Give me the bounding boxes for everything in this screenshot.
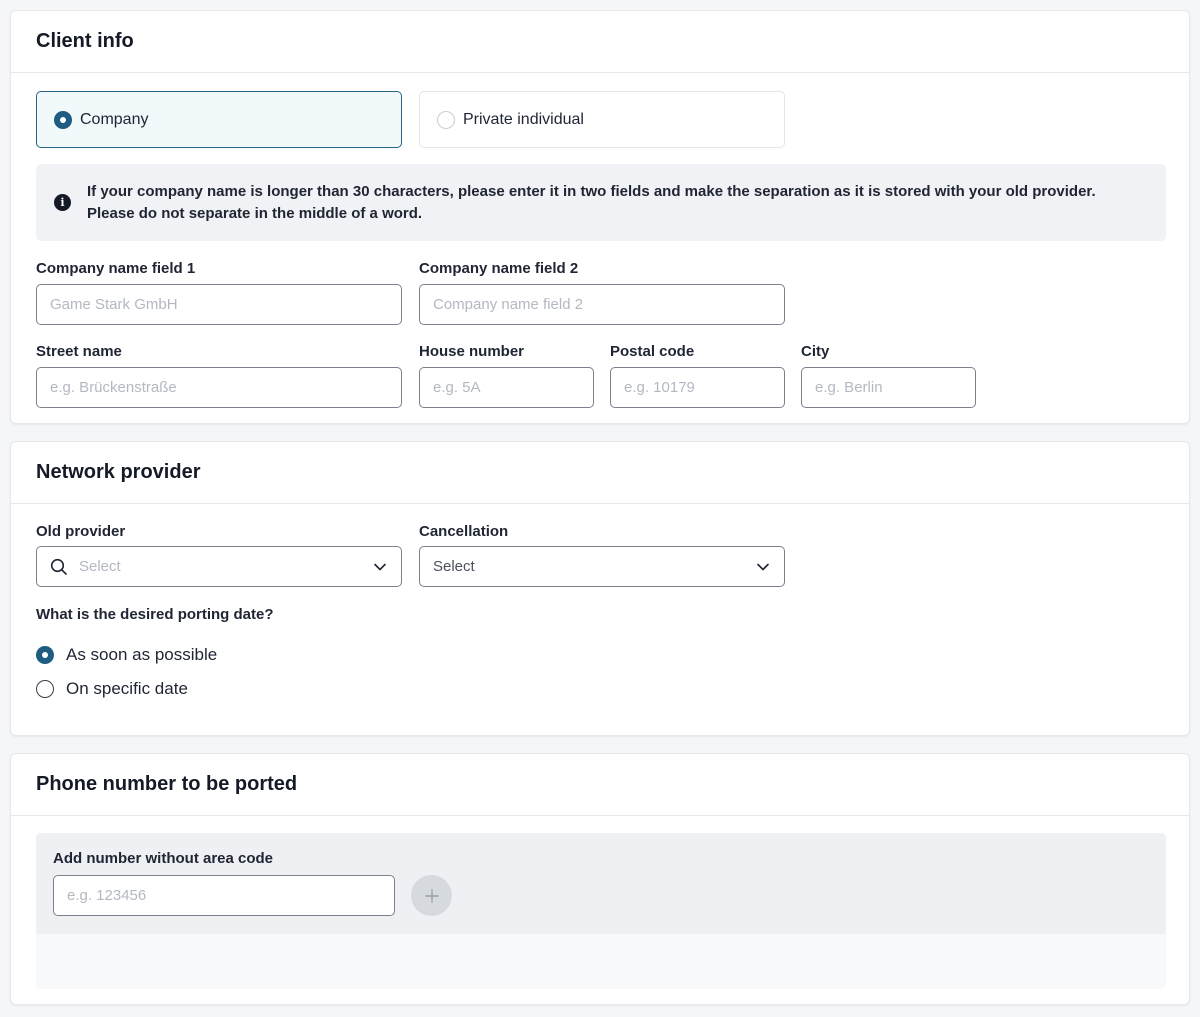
radio-unselected-icon xyxy=(36,680,54,698)
info-icon: i xyxy=(54,194,71,211)
client-info-title: Client info xyxy=(36,30,134,52)
house-number-placeholder: e.g. 5A xyxy=(433,379,481,396)
client-info-card: Client info Company Private individual i… xyxy=(10,10,1190,424)
old-provider-placeholder: Select xyxy=(79,558,121,575)
company-name-1-input[interactable]: Game Stark GmbH xyxy=(36,284,402,325)
old-provider-label: Old provider xyxy=(36,523,126,540)
radio-selected-icon xyxy=(36,646,54,664)
client-type-company-label: Company xyxy=(80,110,149,128)
radio-selected-icon xyxy=(54,110,72,129)
phone-number-panel: Add number without area code e.g. 123456 xyxy=(36,833,1166,989)
old-provider-select[interactable]: Select xyxy=(36,546,402,587)
phone-number-placeholder: e.g. 123456 xyxy=(67,887,147,904)
phone-number-title: Phone number to be ported xyxy=(36,773,298,795)
street-placeholder: e.g. Brückenstraße xyxy=(50,379,177,396)
phone-number-header: Phone number to be ported xyxy=(11,754,1189,816)
client-type-private-option[interactable]: Private individual xyxy=(419,91,785,148)
chevron-down-icon xyxy=(757,563,769,571)
client-info-header: Client info xyxy=(11,11,1189,73)
phone-number-field-label: Add number without area code xyxy=(53,850,274,867)
porting-specific-date-option[interactable]: On specific date xyxy=(36,679,188,699)
city-input[interactable]: e.g. Berlin xyxy=(801,367,976,408)
postal-code-input[interactable]: e.g. 10179 xyxy=(610,367,785,408)
network-provider-title: Network provider xyxy=(36,461,201,483)
plus-icon xyxy=(424,888,439,903)
network-provider-header: Network provider xyxy=(11,442,1189,504)
client-type-private-label: Private individual xyxy=(463,110,584,128)
street-input[interactable]: e.g. Brückenstraße xyxy=(36,367,402,408)
info-text-line-1: If your company name is longer than 30 c… xyxy=(87,182,1096,200)
radio-unselected-icon xyxy=(437,110,455,129)
company-name-1-placeholder: Game Stark GmbH xyxy=(50,296,178,313)
porting-asap-option[interactable]: As soon as possible xyxy=(36,645,217,665)
info-text-line-2: Please do not separate in the middle of … xyxy=(87,204,423,222)
company-name-2-label: Company name field 2 xyxy=(419,260,579,277)
company-name-info-box: i If your company name is longer than 30… xyxy=(36,164,1166,241)
client-type-company-option[interactable]: Company xyxy=(36,91,402,148)
phone-number-card: Phone number to be ported Add number wit… xyxy=(10,753,1190,1005)
house-number-label: House number xyxy=(419,343,525,360)
city-placeholder: e.g. Berlin xyxy=(815,379,883,396)
porting-specific-date-label: On specific date xyxy=(66,679,188,698)
cancellation-label: Cancellation xyxy=(419,523,509,540)
company-name-2-input[interactable]: Company name field 2 xyxy=(419,284,785,325)
postal-code-placeholder: e.g. 10179 xyxy=(624,379,695,396)
company-name-1-label: Company name field 1 xyxy=(36,260,196,277)
porting-date-question: What is the desired porting date? xyxy=(36,606,274,623)
phone-number-input[interactable]: e.g. 123456 xyxy=(53,875,395,916)
info-text: If your company name is longer than 30 c… xyxy=(87,181,1096,225)
chevron-down-icon xyxy=(374,563,386,571)
street-label: Street name xyxy=(36,343,122,360)
search-icon xyxy=(50,558,67,575)
postal-code-label: Postal code xyxy=(610,343,695,360)
city-label: City xyxy=(801,343,830,360)
network-provider-card: Network provider Old provider Select Can… xyxy=(10,441,1190,736)
company-name-2-placeholder: Company name field 2 xyxy=(433,296,584,313)
house-number-input[interactable]: e.g. 5A xyxy=(419,367,594,408)
cancellation-value: Select xyxy=(433,558,475,575)
add-number-button[interactable] xyxy=(411,875,452,916)
porting-asap-label: As soon as possible xyxy=(66,645,218,664)
cancellation-select[interactable]: Select xyxy=(419,546,785,587)
